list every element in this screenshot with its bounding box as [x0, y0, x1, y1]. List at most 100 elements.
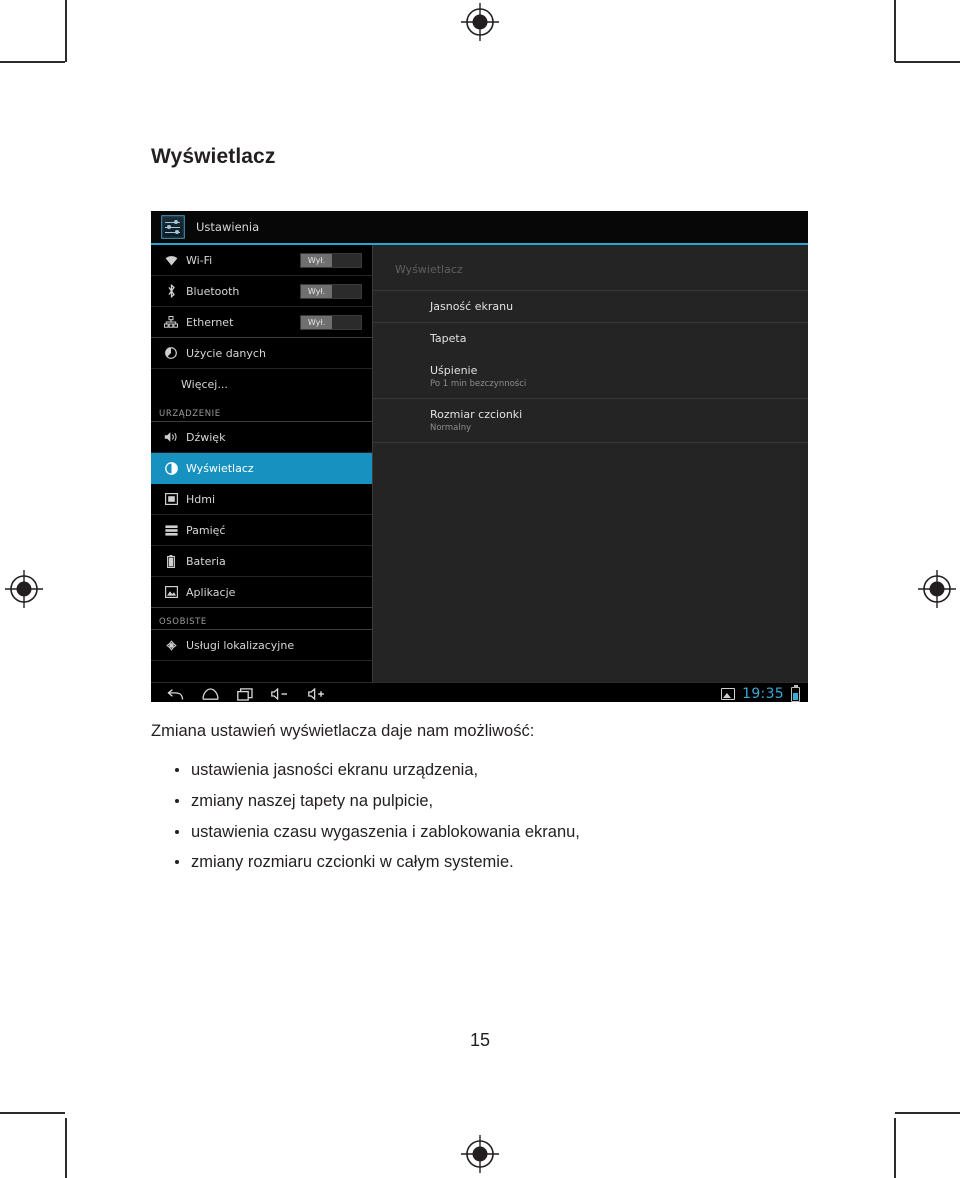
registration-mark-bottom [461, 1135, 499, 1173]
status-area: 19:35 [721, 684, 800, 702]
sidebar-label: Więcej... [181, 377, 228, 391]
bullet-dot [175, 768, 179, 772]
ethernet-toggle[interactable]: Wył. [300, 315, 362, 330]
setting-row-font-size[interactable]: Rozmiar czcionki Normalny [373, 398, 808, 442]
sidebar-item-bluetooth[interactable]: Bluetooth Wył. [151, 276, 372, 307]
sidebar-item-sound[interactable]: Dźwięk [151, 422, 372, 453]
list-item-text: ustawienia jasności ekranu urządzenia, [191, 761, 479, 779]
data-usage-icon [158, 347, 184, 359]
sidebar-item-hdmi[interactable]: Hdmi [151, 484, 372, 515]
sidebar-item-ethernet[interactable]: Ethernet Wył. [151, 307, 372, 338]
sidebar-label: Pamięć [186, 523, 226, 537]
registration-mark-left [5, 570, 43, 608]
page-number: 15 [469, 1030, 491, 1050]
setting-title: Uśpienie [430, 364, 478, 377]
sidebar-item-more[interactable]: Więcej... [151, 369, 372, 400]
sidebar-group-personal: OSOBISTE [151, 608, 372, 630]
list-item-text: zmiany naszej tapety na pulpicie, [191, 791, 434, 810]
settings-body: Wi-Fi Wył. Bluetooth Wył. Ethernet Wył. … [151, 245, 808, 682]
screenshot-icon[interactable] [721, 688, 736, 700]
list-end-divider [373, 442, 808, 443]
page-title: Wyświetlacz [151, 145, 276, 168]
crop-mark-top-right-horizontal [895, 61, 960, 63]
setting-row-sleep[interactable]: Uśpienie Po 1 min bezczynności [373, 354, 808, 398]
list-item-text: ustawienia czasu wygaszenia i zablokowan… [191, 822, 580, 841]
display-settings-list: Jasność ekranu Tapeta Uśpienie Po 1 min … [373, 290, 808, 443]
app-title-bar: Ustawienia [151, 211, 808, 245]
volume-down-icon[interactable] [271, 688, 290, 700]
setting-title: Rozmiar czcionki [430, 408, 523, 421]
bullet-dot [175, 860, 179, 865]
apps-icon [158, 586, 184, 598]
list-item: ustawienia jasności ekranu urządzenia, [175, 759, 795, 781]
volume-up-icon[interactable] [308, 688, 327, 700]
crop-mark-top-left-vertical [65, 0, 67, 62]
content-header: Wyświetlacz [395, 263, 463, 276]
sidebar-label: Hdmi [186, 492, 216, 506]
app-title: Ustawienia [196, 220, 260, 234]
ethernet-icon [158, 316, 184, 328]
sidebar-label: Bateria [186, 554, 226, 568]
bullet-dot [175, 829, 179, 834]
location-icon [158, 639, 184, 652]
crop-mark-bottom-left-vertical [65, 1118, 67, 1178]
bluetooth-toggle-label: Wył. [301, 285, 332, 298]
list-item: zmiany naszej tapety na pulpicie, [175, 790, 795, 812]
intro-paragraph: Zmiana ustawień wyświetlacza daje nam mo… [151, 722, 535, 740]
sidebar-label: Aplikacje [186, 585, 236, 599]
bullet-list: ustawienia jasności ekranu urządzenia, z… [175, 759, 795, 882]
home-icon[interactable] [202, 688, 219, 700]
list-item-text: zmiany rozmiaru czcionki w całym systemi… [191, 853, 514, 872]
system-navigation-bar: 19:35 [151, 682, 808, 702]
crop-mark-top-right-vertical [894, 0, 896, 62]
sidebar-item-data-usage[interactable]: Użycie danych [151, 338, 372, 369]
setting-subtitle: Po 1 min bezczynności [430, 379, 527, 389]
sidebar-label: Usługi lokalizacyjne [186, 638, 295, 652]
ethernet-toggle-label: Wył. [301, 316, 332, 329]
sidebar-item-wifi[interactable]: Wi-Fi Wył. [151, 245, 372, 276]
sidebar-item-display[interactable]: Wyświetlacz [151, 453, 372, 484]
setting-subtitle: Normalny [430, 423, 472, 433]
battery-icon [158, 554, 184, 568]
list-item: zmiany rozmiaru czcionki w całym systemi… [175, 851, 795, 873]
crop-mark-bottom-left-horizontal [0, 1112, 65, 1114]
display-icon [158, 461, 184, 475]
sidebar-label: Użycie danych [186, 346, 266, 360]
status-clock: 19:35 [742, 686, 784, 702]
registration-mark-top [461, 3, 499, 41]
registration-mark-right [918, 570, 956, 608]
android-settings-screenshot: Ustawienia Wi-Fi Wył. Bluetooth Wył. Eth… [151, 211, 808, 702]
sidebar-label: Ethernet [186, 315, 234, 329]
back-icon[interactable] [167, 688, 184, 701]
recents-icon[interactable] [237, 687, 253, 701]
sidebar-item-location-services[interactable]: Usługi lokalizacyjne [151, 630, 372, 661]
printed-page: Wyświetlacz Ustawienia Wi-Fi Wył. Blueto… [0, 0, 960, 1178]
settings-content-pane: Wyświetlacz Jasność ekranu Tapeta Uśpien… [373, 245, 808, 682]
crop-mark-top-left-horizontal [0, 61, 65, 63]
list-item: ustawienia czasu wygaszenia i zablokowan… [175, 821, 795, 843]
battery-status-icon [791, 684, 800, 702]
crop-mark-bottom-right-vertical [894, 1118, 896, 1178]
sidebar-label: Wi-Fi [186, 253, 213, 267]
sidebar-item-storage[interactable]: Pamięć [151, 515, 372, 546]
hdmi-icon [158, 493, 184, 505]
setting-title: Jasność ekranu [430, 300, 514, 313]
storage-icon [158, 524, 184, 536]
wifi-icon [158, 255, 184, 266]
crop-mark-bottom-right-horizontal [895, 1112, 960, 1114]
settings-sidebar: Wi-Fi Wył. Bluetooth Wył. Ethernet Wył. … [151, 245, 373, 682]
wifi-toggle[interactable]: Wył. [300, 253, 362, 268]
sidebar-item-apps[interactable]: Aplikacje [151, 577, 372, 608]
settings-sliders-icon [161, 215, 185, 239]
setting-row-wallpaper[interactable]: Tapeta [373, 322, 808, 354]
bluetooth-toggle[interactable]: Wył. [300, 284, 362, 299]
bullet-dot [175, 798, 179, 803]
wifi-toggle-label: Wył. [301, 254, 332, 267]
nav-buttons [151, 687, 327, 701]
sidebar-label: Bluetooth [186, 284, 240, 298]
sidebar-item-battery[interactable]: Bateria [151, 546, 372, 577]
bluetooth-icon [158, 284, 184, 298]
setting-row-brightness[interactable]: Jasność ekranu [373, 290, 808, 322]
sound-icon [158, 431, 184, 443]
setting-title: Tapeta [430, 332, 467, 345]
